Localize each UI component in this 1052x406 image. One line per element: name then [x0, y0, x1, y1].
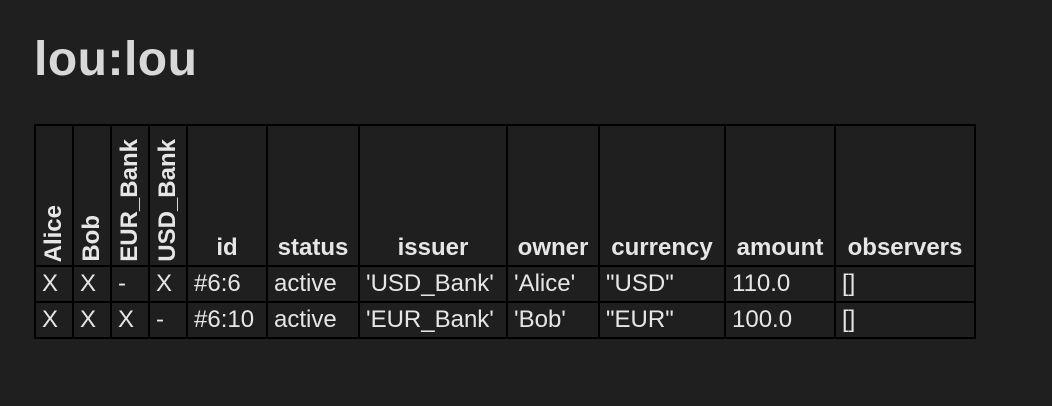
party-mark-alice: X — [34, 301, 74, 339]
party-header-label: Alice — [40, 204, 67, 262]
cell-currency: "EUR" — [598, 301, 726, 339]
table-row[interactable]: X X - X #6:6 active 'USD_Bank' 'Alice' "… — [34, 265, 976, 303]
column-header-currency: currency — [598, 124, 726, 267]
contracts-view: lou:lou Alice Bob EUR_Bank USD_Bank id s… — [0, 0, 1052, 406]
party-header-label: Bob — [78, 215, 105, 262]
party-mark-alice: X — [34, 265, 74, 303]
cell-id: #6:10 — [186, 301, 268, 339]
column-header-owner: owner — [506, 124, 600, 267]
party-mark-bob: X — [72, 265, 112, 303]
cell-issuer: 'USD_Bank' — [358, 265, 508, 303]
party-mark-eur-bank: X — [110, 301, 150, 339]
party-header-alice: Alice — [34, 124, 74, 267]
cell-status: active — [266, 265, 360, 303]
table-row[interactable]: X X X - #6:10 active 'EUR_Bank' 'Bob' "E… — [34, 301, 976, 339]
cell-currency: "USD" — [598, 265, 726, 303]
column-header-observers: observers — [834, 124, 976, 267]
column-header-status: status — [266, 124, 360, 267]
column-header-issuer: issuer — [358, 124, 508, 267]
party-header-usd-bank: USD_Bank — [148, 124, 188, 267]
cell-observers: [] — [834, 265, 976, 303]
party-header-label: USD_Bank — [154, 139, 181, 262]
contracts-table: Alice Bob EUR_Bank USD_Bank id status is… — [34, 124, 976, 339]
cell-status: active — [266, 301, 360, 339]
party-mark-bob: X — [72, 301, 112, 339]
cell-id: #6:6 — [186, 265, 268, 303]
party-header-bob: Bob — [72, 124, 112, 267]
party-mark-eur-bank: - — [110, 265, 150, 303]
cell-observers: [] — [834, 301, 976, 339]
party-mark-usd-bank: - — [148, 301, 188, 339]
page-title: lou:lou — [34, 33, 198, 86]
party-mark-usd-bank: X — [148, 265, 188, 303]
cell-amount: 110.0 — [724, 265, 836, 303]
cell-owner: 'Bob' — [506, 301, 600, 339]
party-header-eur-bank: EUR_Bank — [110, 124, 150, 267]
cell-amount: 100.0 — [724, 301, 836, 339]
column-header-amount: amount — [724, 124, 836, 267]
header-row: Alice Bob EUR_Bank USD_Bank id status is… — [34, 124, 976, 267]
party-header-label: EUR_Bank — [116, 139, 143, 262]
column-header-id: id — [186, 124, 268, 267]
cell-owner: 'Alice' — [506, 265, 600, 303]
cell-issuer: 'EUR_Bank' — [358, 301, 508, 339]
